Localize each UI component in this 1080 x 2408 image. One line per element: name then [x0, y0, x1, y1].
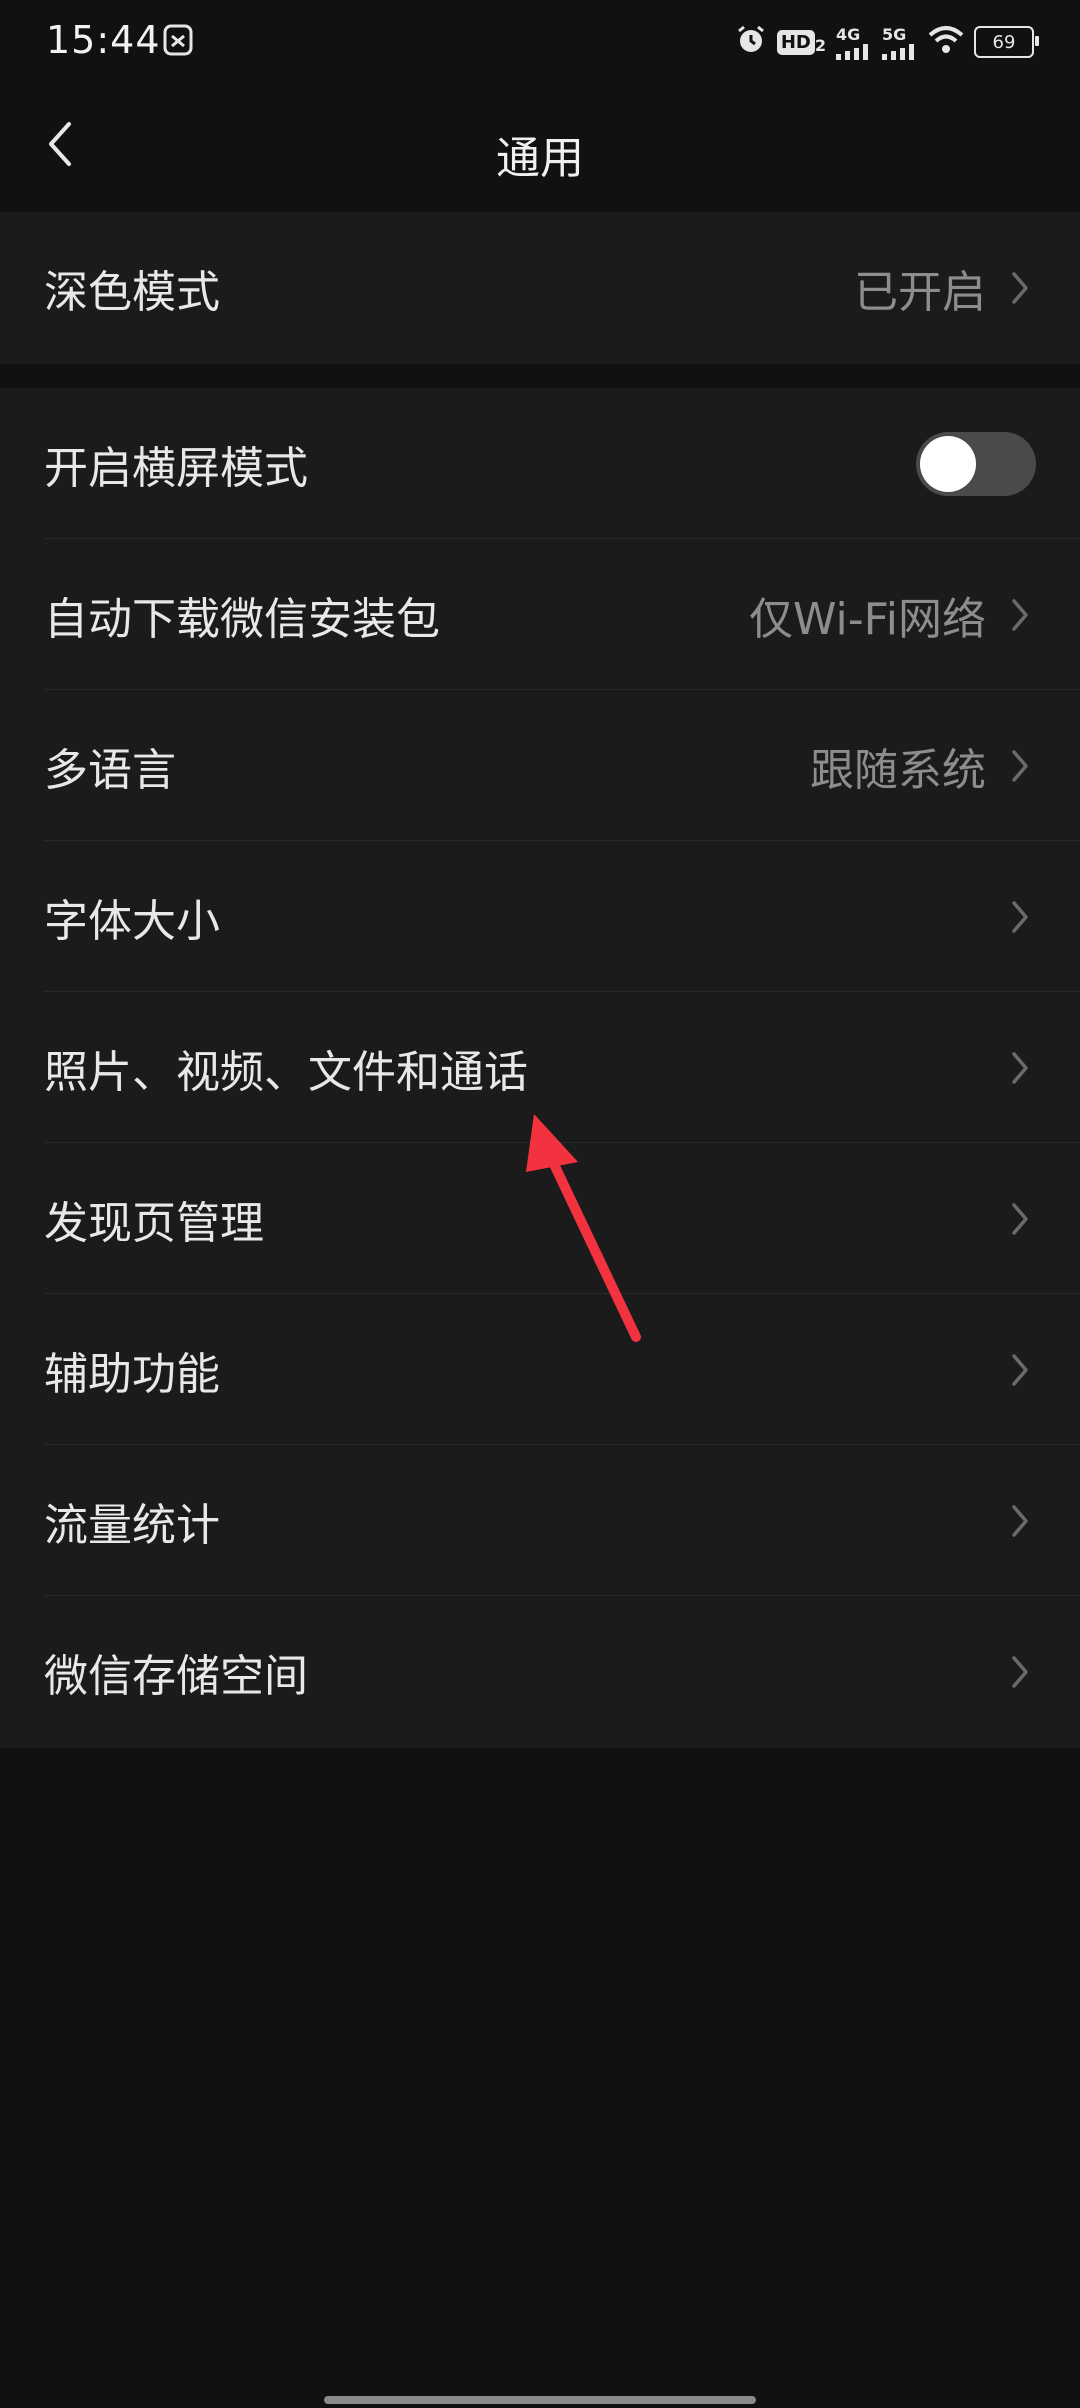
landscape-mode-label: 开启横屏模式: [44, 442, 308, 494]
signal-5g-icon: 5G: [882, 25, 918, 60]
accessibility-row[interactable]: 辅助功能: [0, 1294, 1080, 1445]
chevron-right-icon: [1008, 268, 1032, 308]
hd-icon: HD 2: [776, 29, 826, 55]
network-4g-label: 4G: [836, 24, 861, 44]
auto-download-row[interactable]: 自动下载微信安装包 仅Wi-Fi网络: [0, 539, 1080, 690]
settings-group-display: 深色模式 已开启: [0, 212, 1080, 364]
toggle-knob: [920, 435, 976, 492]
discover-management-row[interactable]: 发现页管理: [0, 1143, 1080, 1294]
nav-bar: 通用: [0, 84, 1080, 212]
home-indicator[interactable]: [324, 2396, 756, 2404]
chevron-right-icon: [1008, 746, 1032, 786]
page-title: 通用: [496, 133, 584, 184]
landscape-mode-row: 开启横屏模式: [0, 388, 1080, 539]
auto-download-value: 仅Wi-Fi网络: [749, 593, 986, 645]
media-settings-label: 照片、视频、文件和通话: [44, 1046, 528, 1098]
dark-mode-row[interactable]: 深色模式 已开启: [0, 212, 1080, 363]
battery-level: 69: [992, 31, 1016, 53]
accessibility-label: 辅助功能: [44, 1348, 220, 1400]
settings-group-general: 开启横屏模式 自动下载微信安装包 仅Wi-Fi网络 多语言 跟随系统 字体大小 …: [0, 388, 1080, 1748]
status-icons: HD 2 4G 5G 69: [735, 20, 1039, 64]
notification-app-icon: [163, 24, 193, 56]
chevron-right-icon: [1008, 595, 1032, 635]
dark-mode-value: 已开启: [854, 266, 986, 318]
dark-mode-label: 深色模式: [44, 266, 220, 318]
chevron-right-icon: [1008, 1048, 1032, 1088]
font-size-label: 字体大小: [44, 895, 220, 947]
language-row[interactable]: 多语言 跟随系统: [0, 690, 1080, 841]
chevron-right-icon: [1008, 1350, 1032, 1390]
storage-label: 微信存储空间: [44, 1650, 308, 1702]
chevron-right-icon: [1008, 897, 1032, 937]
hd-label: HD: [776, 29, 815, 55]
wifi-icon: [928, 25, 964, 59]
traffic-stats-label: 流量统计: [44, 1499, 220, 1551]
signal-4g-icon: 4G: [836, 25, 872, 60]
chevron-right-icon: [1008, 1652, 1032, 1692]
auto-download-label: 自动下载微信安装包: [44, 593, 440, 645]
language-value: 跟随系统: [810, 744, 986, 796]
hd-sub-label: 2: [814, 35, 826, 55]
font-size-row[interactable]: 字体大小: [0, 841, 1080, 992]
battery-icon: 69: [974, 26, 1039, 58]
status-bar: 15:44 HD 2 4G 5G 69: [0, 0, 1080, 84]
chevron-right-icon: [1008, 1199, 1032, 1239]
storage-row[interactable]: 微信存储空间: [0, 1596, 1080, 1747]
traffic-stats-row[interactable]: 流量统计: [0, 1445, 1080, 1596]
alarm-icon: [735, 24, 767, 60]
landscape-mode-toggle[interactable]: [916, 431, 1036, 496]
media-settings-row[interactable]: 照片、视频、文件和通话: [0, 992, 1080, 1143]
status-time: 15:44: [46, 18, 161, 62]
network-5g-label: 5G: [882, 24, 907, 44]
discover-management-label: 发现页管理: [44, 1197, 264, 1249]
chevron-right-icon: [1008, 1501, 1032, 1541]
language-label: 多语言: [44, 744, 176, 796]
